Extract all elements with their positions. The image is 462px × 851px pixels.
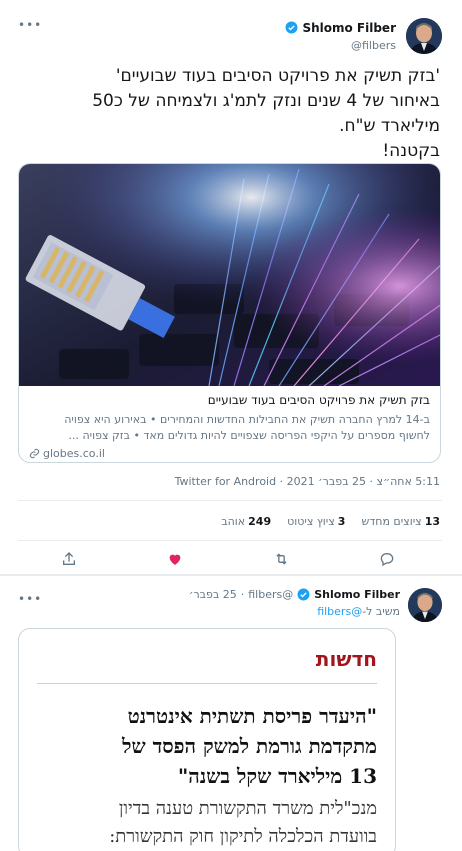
replying-to-handle[interactable]: @filbers (317, 605, 362, 618)
tweet-separator (0, 574, 462, 576)
card-title: בזק תשיק את פרויקט הסיבים בעוד שבועיים (207, 393, 430, 407)
link-card[interactable]: בזק תשיק את פרויקט הסיבים בעוד שבועיים ב… (18, 163, 441, 463)
quotes-stat[interactable]: 3ציוץ ציטוט (287, 515, 345, 528)
likes-stat[interactable]: 249אוהב (221, 515, 271, 528)
headline-line: 13 מיליארד שקל בשנה" (177, 764, 377, 788)
headline-line: מתקדמת גורמת למשק הפסד של (122, 734, 377, 758)
card-description: ב-14 למרץ החברה תשיק את החבילות החדשות ו… (64, 413, 430, 426)
divider (18, 500, 442, 501)
action-bar (18, 548, 442, 572)
reply-header: Shlomo Filber @filbers · 25 בפבר׳ משיב ל… (189, 588, 442, 628)
verified-badge-icon (297, 588, 310, 601)
timeline: ••• Shlomo Filber @filbers 'בזק תשיק את … (0, 0, 462, 851)
card-description: לחשוף מספרים על היקפי הפריסה שצפויים להי… (68, 429, 430, 442)
avatar[interactable] (408, 588, 442, 622)
tweet-stats: 13ציוצים מחדש 3ציוץ ציטוט 249אוהב (221, 515, 440, 528)
link-icon (29, 448, 40, 459)
divider (37, 683, 377, 684)
fiber-optic-photo (19, 164, 440, 386)
replying-prefix: משיב ל- (362, 605, 400, 618)
more-options-icon[interactable]: ••• (18, 18, 42, 32)
tweet-text-line: מיליארד ש"ח. (339, 116, 440, 136)
display-name[interactable]: Shlomo Filber (314, 588, 400, 601)
headline-line: "היעדר פריסת תשתית אינטרנט (127, 704, 377, 728)
tweet-text-line: באיחור של 4 שנים ונזק לתמ'ג ולצמיחה של כ… (92, 91, 440, 111)
handle[interactable]: @filbers (248, 588, 293, 601)
card-domain: globes.co.il (43, 447, 105, 460)
news-body: מנכ"לית משרד התקשורת טענה בדיון בוועדת ה… (32, 795, 377, 851)
reply-icon[interactable] (376, 548, 398, 570)
tweet-text: 'בזק תשיק את פרויקט הסיבים בעוד שבועיים'… (20, 64, 440, 164)
news-section-label: חדשות (315, 647, 377, 671)
separator-dot: · (240, 588, 245, 601)
avatar[interactable] (406, 18, 442, 54)
attached-image[interactable]: חדשות "היעדר פריסת תשתית אינטרנט מתקדמת … (18, 628, 396, 851)
retweets-stat[interactable]: 13ציוצים מחדש (361, 515, 440, 528)
tweet-text-line: בקטנה! (382, 141, 440, 161)
handle[interactable]: @filbers (285, 39, 396, 52)
tweet-text-line: 'בזק תשיק את פרויקט הסיבים בעוד שבועיים' (115, 66, 440, 86)
body-line: בוועדת הכלכלה לתיקון חוק התקשורת: (109, 826, 377, 847)
divider (18, 540, 442, 541)
replying-to: משיב ל-@filbers (189, 605, 400, 618)
retweet-icon[interactable] (270, 548, 292, 570)
card-domain-row: globes.co.il (29, 447, 430, 460)
body-line: מנכ"לית משרד התקשורת טענה בדיון (118, 798, 377, 819)
verified-badge-icon (285, 21, 298, 34)
share-icon[interactable] (58, 548, 80, 570)
like-icon[interactable] (164, 548, 186, 570)
display-name[interactable]: Shlomo Filber (302, 21, 396, 35)
tweet-timestamp[interactable]: 5:11 אחה״צ · 25 בפבר׳ 2021 · Twitter for… (20, 475, 440, 488)
news-headline: "היעדר פריסת תשתית אינטרנט מתקדמת גורמת … (32, 701, 377, 791)
more-options-icon[interactable]: ••• (18, 592, 42, 606)
tweet-date[interactable]: 25 בפבר׳ (189, 588, 237, 601)
tweet-header: Shlomo Filber @filbers (285, 16, 442, 56)
